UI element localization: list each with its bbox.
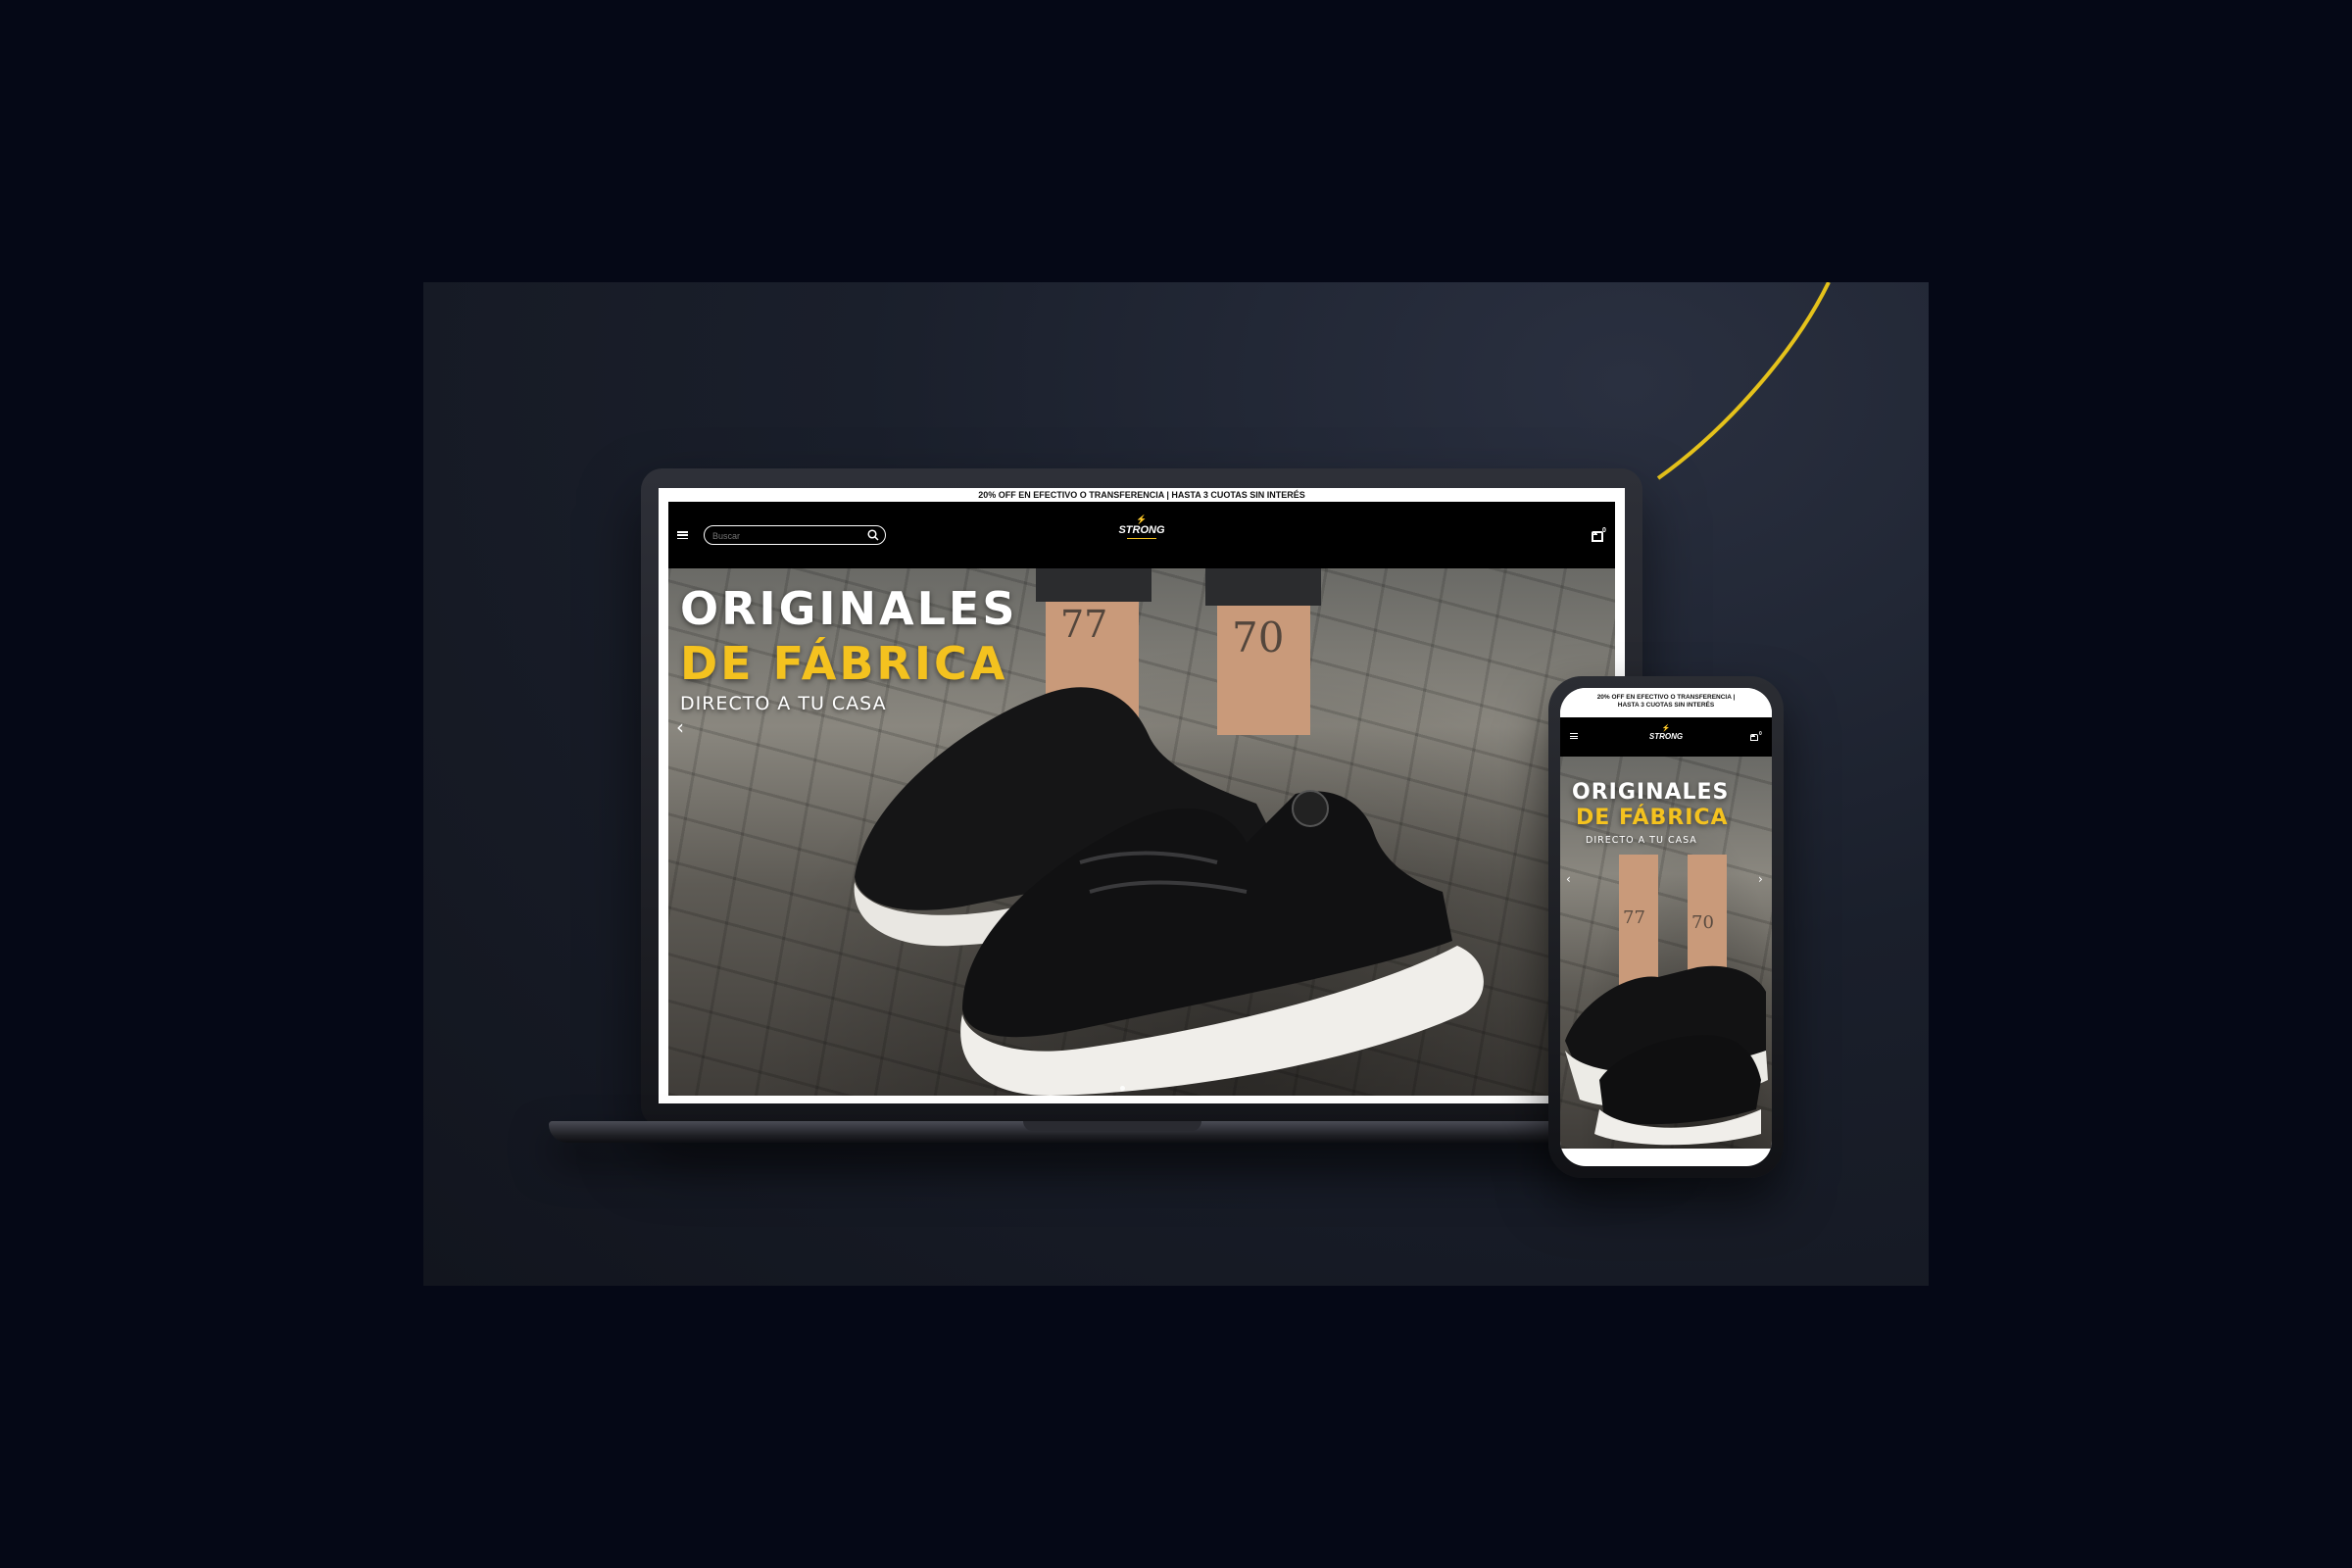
laptop-mockup: 20% OFF EN EFECTIVO O TRANSFERENCIA | HA…: [641, 468, 1642, 1127]
svg-text:70: 70: [1232, 613, 1284, 662]
mobile-hero-title: ORIGINALES: [1572, 780, 1730, 805]
bolt-icon: ⚡: [1136, 514, 1148, 524]
mobile-site-header: ⚡ STRONG 0: [1560, 717, 1772, 757]
hamburger-menu-icon[interactable]: [677, 531, 688, 539]
search-input[interactable]: [710, 527, 861, 544]
mobile-hero-tagline: DIRECTO A TU CASA: [1586, 835, 1697, 846]
mobile-promo-bar: 20% OFF EN EFECTIVO O TRANSFERENCIA | HA…: [1560, 688, 1772, 717]
search-icon[interactable]: [867, 529, 879, 541]
mobile-bolt-icon: ⚡: [1661, 725, 1671, 732]
logo-underline: [1127, 538, 1156, 539]
svg-text:77: 77: [1623, 907, 1645, 928]
phone-screen: 20% OFF EN EFECTIVO O TRANSFERENCIA | HA…: [1560, 688, 1772, 1166]
mobile-carousel-prev-arrow[interactable]: ‹: [1566, 872, 1571, 886]
svg-text:77: 77: [1060, 603, 1107, 646]
mobile-carousel-next-arrow[interactable]: ›: [1758, 872, 1763, 886]
laptop-notch: [1023, 1121, 1201, 1131]
hero-subtitle: DE FÁBRICA: [680, 637, 1008, 690]
hero-title: ORIGINALES: [680, 582, 1018, 635]
mobile-brand-logo[interactable]: ⚡ STRONG: [1646, 725, 1686, 741]
mobile-shopping-bag-icon: [1750, 734, 1758, 741]
mobile-hero-subtitle: DE FÁBRICA: [1576, 806, 1729, 830]
hero-banner: 77 70 ORIGINALES DE FÁBRICA DIRECTO A TU…: [668, 568, 1615, 1096]
mobile-promo-line-2: HASTA 3 CUOTAS SIN INTERÉS: [1617, 702, 1715, 709]
hero-tagline: DIRECTO A TU CASA: [680, 693, 887, 714]
cart-button[interactable]: 0: [1592, 527, 1609, 543]
mobile-cart-count: 0: [1759, 731, 1762, 737]
site-frame: ⚡ STRONG 0: [668, 502, 1615, 1096]
promo-text: 20% OFF EN EFECTIVO O TRANSFERENCIA | HA…: [978, 490, 1305, 500]
promo-bar: 20% OFF EN EFECTIVO O TRANSFERENCIA | HA…: [659, 488, 1625, 502]
mobile-logo-text: STRONG: [1648, 732, 1684, 741]
phone-mockup: 20% OFF EN EFECTIVO O TRANSFERENCIA | HA…: [1548, 676, 1784, 1178]
mobile-cart-button[interactable]: 0: [1750, 731, 1764, 743]
mobile-hero-banner: 77 70 ORIGINALES DE FÁBRICA DIRECTO A TU…: [1560, 757, 1772, 1149]
svg-text:70: 70: [1691, 912, 1714, 933]
cart-count: 0: [1602, 527, 1606, 534]
carousel-dot[interactable]: [1120, 1086, 1125, 1091]
mobile-promo-line-1: 20% OFF EN EFECTIVO O TRANSFERENCIA |: [1596, 694, 1736, 701]
mobile-hamburger-menu-icon[interactable]: [1570, 733, 1578, 739]
logo-text: STRONG: [1118, 524, 1165, 536]
showcase-stage: 20% OFF EN EFECTIVO O TRANSFERENCIA | HA…: [423, 282, 1929, 1286]
laptop-screen: 20% OFF EN EFECTIVO O TRANSFERENCIA | HA…: [659, 488, 1625, 1103]
site-header: ⚡ STRONG 0: [668, 502, 1615, 568]
brand-logo[interactable]: ⚡ STRONG: [1117, 515, 1166, 539]
laptop-base: [549, 1121, 1676, 1143]
search-box[interactable]: [704, 525, 886, 545]
carousel-prev-arrow[interactable]: ‹: [676, 715, 684, 739]
